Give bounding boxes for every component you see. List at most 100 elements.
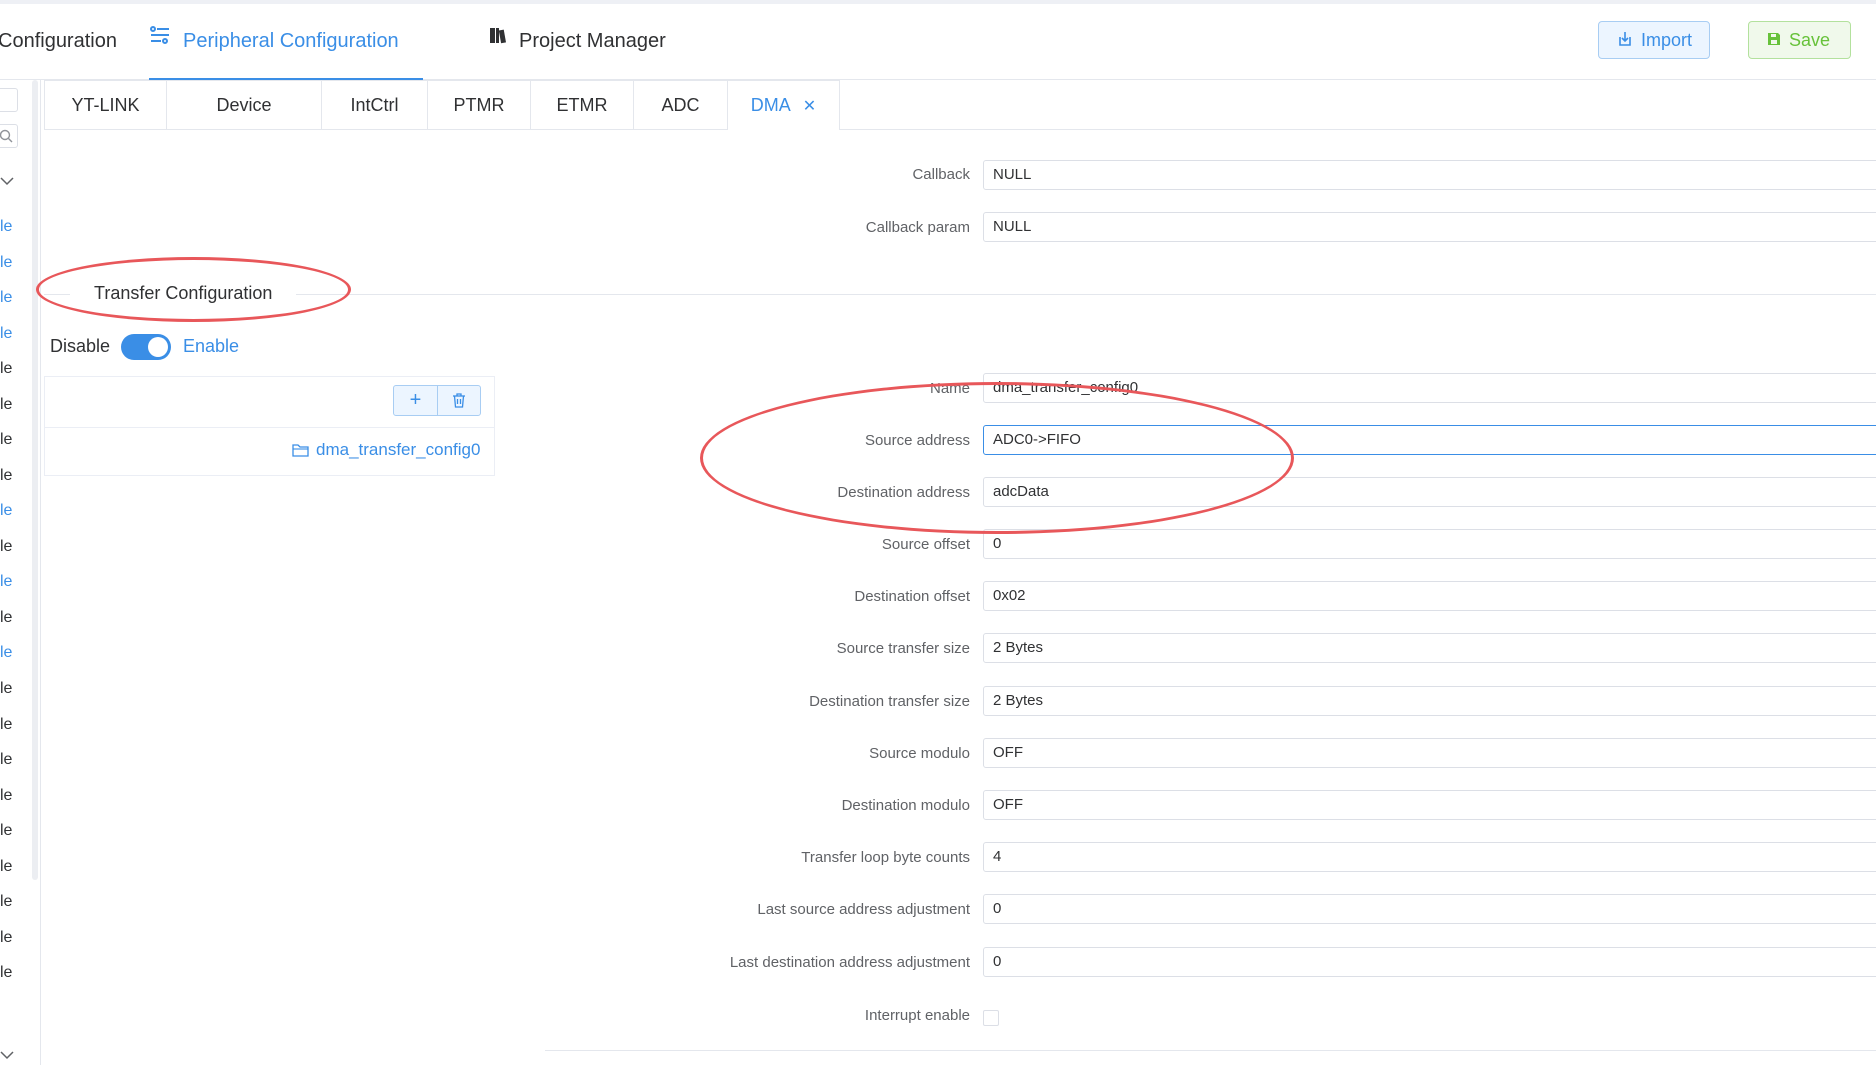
transfer-list-panel: + dma_transfer_config0 — [44, 376, 495, 476]
name-input[interactable]: dma_transfer_config0 — [983, 373, 1876, 403]
destination-modulo-select[interactable]: OFF — [983, 790, 1876, 820]
destination-transfer-size-select[interactable]: 2 Bytes — [983, 686, 1876, 716]
sidebar-item[interactable]: le — [0, 360, 12, 378]
tab-intctrl[interactable]: IntCtrl — [321, 80, 428, 129]
sidebar-search-button[interactable] — [0, 124, 18, 148]
list-item[interactable]: dma_transfer_config0 — [45, 427, 494, 476]
tab-label: PTMR — [453, 95, 505, 115]
sidebar-scrollbar[interactable] — [32, 80, 38, 880]
sidebar-item[interactable]: le — [0, 431, 12, 449]
tab-label: ADC — [661, 95, 700, 115]
add-button[interactable]: + — [394, 386, 437, 415]
sidebar-item[interactable]: le — [0, 254, 12, 272]
sidebar-item[interactable]: le — [0, 644, 12, 662]
field-label: Last source address adjustment — [757, 901, 970, 918]
last-destination-address-adjustment-input[interactable]: 0 — [983, 947, 1876, 977]
interrupt-enable-checkbox[interactable] — [983, 1010, 999, 1026]
sidebar-item[interactable]: le — [0, 680, 12, 698]
tab-etmr[interactable]: ETMR — [530, 80, 634, 129]
field-label: Interrupt enable — [864, 1007, 970, 1024]
save-icon — [1768, 33, 1780, 46]
section-divider — [44, 294, 1876, 295]
nav-peripheral-configuration[interactable]: Peripheral Configuration — [149, 4, 423, 80]
source-address-input[interactable]: ADC0->FIFO — [983, 425, 1876, 455]
left-sidebar: le le le le le le le le le le le le le l… — [0, 80, 41, 1065]
callback-param-input[interactable]: NULL — [983, 212, 1876, 242]
sidebar-item[interactable]: le — [0, 467, 12, 485]
field-label: Transfer loop byte counts — [801, 849, 970, 866]
chevron-down-icon[interactable] — [0, 1050, 14, 1060]
sidebar-item[interactable]: le — [0, 502, 12, 520]
list-item-name: dma_transfer_config0 — [316, 440, 481, 459]
destination-offset-input[interactable]: 0x02 — [983, 581, 1876, 611]
save-button-label: Save — [1789, 30, 1831, 50]
source-transfer-size-select[interactable]: 2 Bytes — [983, 633, 1876, 663]
trash-icon — [453, 393, 465, 408]
source-modulo-select[interactable]: OFF — [983, 738, 1876, 768]
field-label: Name — [929, 380, 970, 397]
sidebar-item[interactable]: le — [0, 893, 12, 911]
callback-input[interactable]: NULL — [983, 160, 1876, 190]
import-icon — [1619, 32, 1631, 47]
transfer-loop-byte-counts-input[interactable]: 4 — [983, 842, 1876, 872]
enable-toggle[interactable] — [121, 334, 171, 360]
list-tool-buttons: + — [393, 385, 481, 416]
tab-label: IntCtrl — [350, 95, 399, 115]
field-label: Source address — [864, 432, 970, 449]
last-source-address-adjustment-input[interactable]: 0 — [983, 894, 1876, 924]
field-label: Destination offset — [854, 588, 970, 605]
field-label: Callback param — [865, 219, 970, 236]
source-offset-input[interactable]: 0 — [983, 529, 1876, 559]
sidebar-item[interactable]: le — [0, 538, 12, 556]
destination-address-input[interactable]: adcData — [983, 477, 1876, 507]
folder-icon — [292, 444, 309, 457]
save-button[interactable]: Save — [1748, 21, 1851, 59]
tab-label: ETMR — [556, 95, 608, 115]
sidebar-item[interactable]: le — [0, 751, 12, 769]
sidebar-item[interactable]: le — [0, 964, 12, 982]
tab-dma[interactable]: DMA ✕ — [727, 80, 840, 130]
sidebar-item[interactable]: le — [0, 325, 12, 343]
field-label: Source offset — [881, 536, 970, 553]
nav-peripheral-label: Peripheral Configuration — [183, 30, 399, 52]
section-title: Transfer Configuration — [70, 283, 297, 304]
field-label: Callback — [912, 166, 970, 183]
toggle-thumb — [148, 337, 168, 357]
tab-ptmr[interactable]: PTMR — [427, 80, 531, 129]
sidebar-item[interactable]: le — [0, 822, 12, 840]
project-manager-icon — [489, 2, 507, 77]
chevron-down-icon[interactable] — [0, 176, 14, 186]
close-icon[interactable]: ✕ — [803, 98, 816, 115]
tab-label: Device — [216, 95, 272, 115]
annotation-ellipse — [700, 382, 1294, 534]
field-label: Destination address — [837, 484, 970, 501]
nav-configuration[interactable]: Configuration — [0, 4, 117, 79]
tab-label: DMA — [750, 95, 791, 115]
list-toolbar: + — [45, 377, 494, 428]
sidebar-item[interactable]: le — [0, 289, 12, 307]
delete-button[interactable] — [438, 386, 480, 415]
field-label: Last destination address adjustment — [729, 954, 970, 971]
nav-project-manager-label: Project Manager — [519, 30, 666, 52]
nav-project-manager[interactable]: Project Manager — [489, 4, 666, 79]
sidebar-collapse-button[interactable] — [0, 88, 18, 112]
sidebar-item[interactable]: le — [0, 716, 12, 734]
peripheral-tabs: YT-LINK Device IntCtrl PTMR ETMR ADC DMA… — [44, 80, 1876, 130]
tab-yt-link[interactable]: YT-LINK — [44, 80, 167, 129]
sidebar-item[interactable]: le — [0, 218, 12, 236]
field-label: Source transfer size — [836, 640, 970, 657]
sidebar-item[interactable]: le — [0, 396, 12, 414]
sidebar-item[interactable]: le — [0, 858, 12, 876]
sidebar-item[interactable]: le — [0, 609, 12, 627]
sidebar-item[interactable]: le — [0, 929, 12, 947]
tab-adc[interactable]: ADC — [633, 80, 728, 129]
search-icon — [0, 129, 13, 143]
sidebar-item[interactable]: le — [0, 573, 12, 591]
field-label: Source modulo — [869, 745, 970, 762]
tab-device[interactable]: Device — [166, 80, 322, 129]
switch-off-label: Disable — [50, 336, 111, 356]
import-button[interactable]: Import — [1598, 21, 1710, 59]
sidebar-item[interactable]: le — [0, 787, 12, 805]
nav-configuration-label: Configuration — [0, 30, 117, 52]
switch-on-label: Enable — [183, 336, 240, 356]
